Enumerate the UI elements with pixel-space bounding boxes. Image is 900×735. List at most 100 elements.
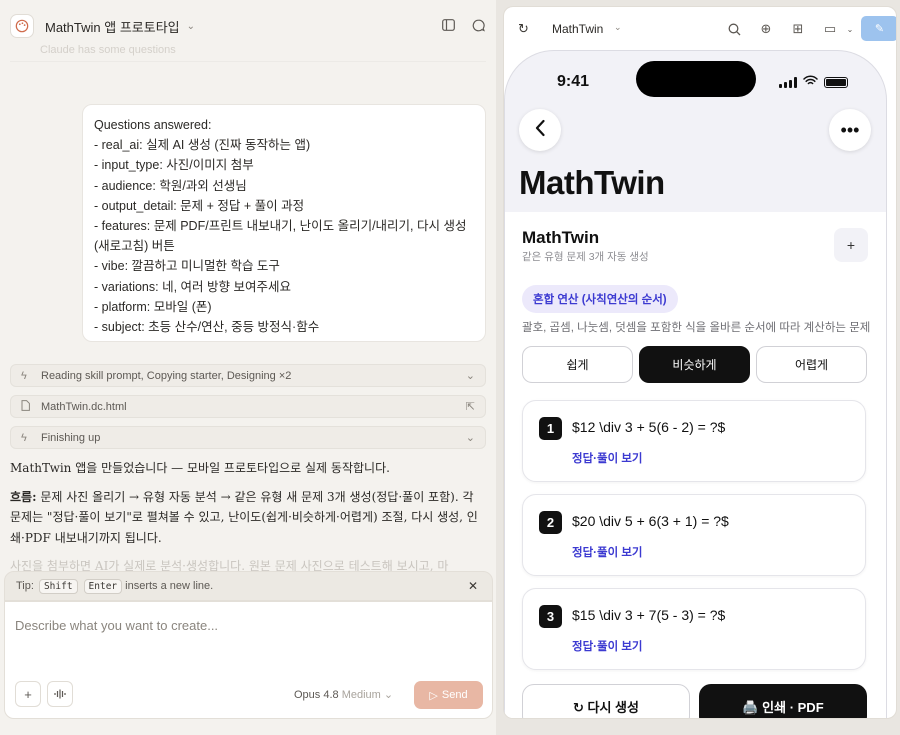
answer-line: - features: 문제 PDF/프린트 내보내기, 난이도 올리기/내리기… bbox=[94, 219, 467, 254]
answer-line: - vibe: 깔끔하고 미니멀한 학습 도구 bbox=[94, 259, 280, 274]
status-time: 9:41 bbox=[557, 73, 590, 90]
content-area: MathTwin 같은 유형 문제 3개 자동 생성 + 혼합 연산 (사칙연산… bbox=[505, 212, 886, 718]
enter-key: Enter bbox=[83, 578, 123, 594]
open-external-icon[interactable]: ⇱ bbox=[466, 400, 475, 413]
composer-tip: Tip: Shift Enter inserts a new line. ✕ bbox=[4, 571, 493, 601]
plus-icon: + bbox=[24, 686, 32, 702]
assistant-response: MathTwin 앱을 만들었습니다 — 모바일 프로토타입으로 실제 동작합니… bbox=[10, 458, 486, 585]
difficulty-hard-button[interactable]: 어렵게 bbox=[756, 346, 867, 383]
answer-line: - variations: 네, 여러 방향 보여주세요 bbox=[94, 279, 291, 294]
new-chat-icon[interactable] bbox=[470, 17, 486, 33]
device-icon[interactable]: ▭ bbox=[822, 21, 838, 37]
chevron-down-icon[interactable]: ⌄ bbox=[466, 369, 475, 382]
tip-label: Tip: bbox=[16, 580, 34, 592]
preview-file-name[interactable]: MathTwin bbox=[552, 22, 603, 36]
model-selector[interactable]: Opus 4.8 Medium ⌄ bbox=[294, 688, 393, 701]
preview-toolbar: ↻ MathTwin ⌄ ⊕ ⊞ ▭ ⌄ ✎ bbox=[504, 7, 896, 49]
attach-button[interactable]: + bbox=[15, 681, 41, 707]
comment-add-icon[interactable]: ⊕ bbox=[758, 21, 774, 37]
prompt-input[interactable]: Describe what you want to create... bbox=[15, 618, 218, 633]
project-title[interactable]: MathTwin 앱 프로토타입 bbox=[45, 17, 180, 36]
answer-line: - audience: 학원/과외 선생님 bbox=[94, 178, 247, 193]
components-icon[interactable]: ⊞ bbox=[790, 21, 806, 37]
problem-card: 1 $12 \div 3 + 5(6 - 2) = ?$ 정답·풀이 보기 bbox=[522, 400, 866, 482]
flow-text: 문제 사진 올리기 → 유형 자동 분석 → 같은 유형 새 문제 3개 생성(… bbox=[10, 489, 478, 545]
signal-icon bbox=[779, 76, 797, 88]
reload-icon[interactable]: ↻ bbox=[518, 21, 529, 37]
answer-line: - subject: 초등 산수/연산, 중등 방정식·함수 bbox=[94, 320, 320, 335]
answer-line: - real_ai: 실제 AI 생성 (진짜 동작하는 앱) bbox=[94, 138, 311, 153]
response-paragraph: MathTwin 앱을 만들었습니다 — 모바일 프로토타입으로 실제 동작합니… bbox=[10, 461, 390, 475]
header-title: MathTwin bbox=[522, 228, 600, 247]
flow-label: 흐름: bbox=[10, 489, 37, 504]
search-icon[interactable] bbox=[726, 21, 742, 37]
answer-line: - output_detail: 문제 + 정답 + 풀이 과정 bbox=[94, 198, 305, 213]
problem-number: 3 bbox=[539, 605, 562, 628]
chevron-down-icon[interactable]: ⌄ bbox=[466, 431, 475, 444]
chat-panel: MathTwin 앱 프로토타입 ⌄ Claude has some quest… bbox=[0, 0, 496, 735]
model-name: Opus 4.8 bbox=[294, 689, 339, 701]
answer-line: Questions answered: bbox=[94, 118, 212, 132]
problem-equation: $12 \div 3 + 5(6 - 2) = ?$ bbox=[572, 419, 726, 435]
show-answer-link[interactable]: 정답·풀이 보기 bbox=[572, 638, 643, 654]
bolt-icon: ϟ bbox=[21, 369, 27, 382]
type-badge: 혼합 연산 (사칙연산의 순서) bbox=[522, 285, 678, 313]
chevron-down-icon: ⌄ bbox=[383, 689, 394, 701]
palette-icon[interactable] bbox=[10, 14, 34, 38]
close-icon[interactable]: ✕ bbox=[468, 579, 478, 593]
regenerate-button[interactable]: ↻ 다시 생성 bbox=[522, 684, 690, 718]
tool-call-finishing[interactable]: ϟ Finishing up ⌄ bbox=[10, 426, 486, 449]
waveform-icon bbox=[54, 689, 66, 699]
problem-equation: $20 \div 5 + 6(3 + 1) = ?$ bbox=[572, 513, 729, 529]
tip-text: inserts a new line. bbox=[125, 580, 214, 592]
chevron-down-icon[interactable]: ⌄ bbox=[187, 21, 195, 32]
tool-call-reading[interactable]: ϟ Reading skill prompt, Copying starter,… bbox=[10, 364, 486, 387]
dynamic-island bbox=[636, 61, 756, 97]
voice-button[interactable] bbox=[47, 681, 73, 707]
tool-call-label: Reading skill prompt, Copying starter, D… bbox=[41, 369, 292, 382]
chevron-down-icon[interactable]: ⌄ bbox=[614, 22, 622, 33]
tool-call-label: Finishing up bbox=[41, 431, 101, 444]
effort-level: Medium bbox=[341, 689, 381, 701]
status-icons bbox=[779, 75, 848, 89]
composer[interactable]: Describe what you want to create... + Op… bbox=[4, 601, 493, 719]
file-icon bbox=[21, 399, 35, 414]
problem-number: 2 bbox=[539, 511, 562, 534]
plus-icon: + bbox=[846, 237, 856, 253]
add-button[interactable]: + bbox=[834, 228, 868, 262]
wifi-icon bbox=[803, 75, 818, 89]
sidebar-toggle-icon[interactable] bbox=[440, 17, 456, 33]
problem-card: 3 $15 \div 3 + 7(5 - 3) = ?$ 정답·풀이 보기 bbox=[522, 588, 866, 670]
battery-icon bbox=[824, 76, 848, 88]
send-label: Send bbox=[441, 689, 468, 701]
type-description: 괄호, 곱셈, 나눗셈, 덧셈을 포함한 식을 올바른 순서에 따라 계산하는 … bbox=[522, 322, 871, 334]
header-subtitle: 같은 유형 문제 3개 자동 생성 bbox=[522, 251, 649, 263]
user-message-bubble: Questions answered: - real_ai: 실제 AI 생성 … bbox=[82, 104, 486, 342]
show-answer-link[interactable]: 정답·풀이 보기 bbox=[572, 544, 643, 560]
show-answer-link[interactable]: 정답·풀이 보기 bbox=[572, 450, 643, 466]
problem-number: 1 bbox=[539, 417, 562, 440]
problem-card: 2 $20 \div 5 + 6(3 + 1) = ?$ 정답·풀이 보기 bbox=[522, 494, 866, 576]
send-button[interactable]: ▷ Send bbox=[414, 681, 483, 709]
preview-panel: ↻ MathTwin ⌄ ⊕ ⊞ ▭ ⌄ ✎ 9:41 ••• MathTwin… bbox=[503, 6, 897, 719]
problem-equation: $15 \div 3 + 7(5 - 3) = ?$ bbox=[572, 607, 726, 623]
file-name: MathTwin.dc.html bbox=[41, 400, 127, 413]
app-large-title: MathTwin bbox=[519, 164, 665, 201]
answer-line: - platform: 모바일 (폰) bbox=[94, 299, 212, 314]
back-button[interactable] bbox=[519, 109, 561, 151]
send-icon: ▷ bbox=[429, 689, 438, 702]
response-paragraph: 흐름: 문제 사진 올리기 → 유형 자동 분석 → 같은 유형 새 문제 3개… bbox=[10, 487, 486, 549]
bolt-icon: ϟ bbox=[21, 431, 27, 444]
file-attachment[interactable]: MathTwin.dc.html ⇱ bbox=[10, 395, 486, 418]
difficulty-easy-button[interactable]: 쉽게 bbox=[522, 346, 633, 383]
more-button[interactable]: ••• bbox=[829, 109, 871, 151]
phone-frame: 9:41 ••• MathTwin MathTwin 같은 유형 문제 3개 자… bbox=[504, 50, 887, 718]
faded-tool-call: Claude has some questions bbox=[10, 44, 486, 62]
chevron-down-icon[interactable]: ⌄ bbox=[842, 21, 858, 37]
difficulty-similar-button[interactable]: 비슷하게 bbox=[639, 346, 750, 383]
edit-button[interactable]: ✎ bbox=[861, 16, 896, 41]
more-icon: ••• bbox=[840, 119, 860, 140]
chevron-left-icon bbox=[534, 119, 546, 142]
print-pdf-button[interactable]: 🖨️ 인쇄 · PDF bbox=[699, 684, 867, 718]
shift-key: Shift bbox=[38, 578, 78, 594]
